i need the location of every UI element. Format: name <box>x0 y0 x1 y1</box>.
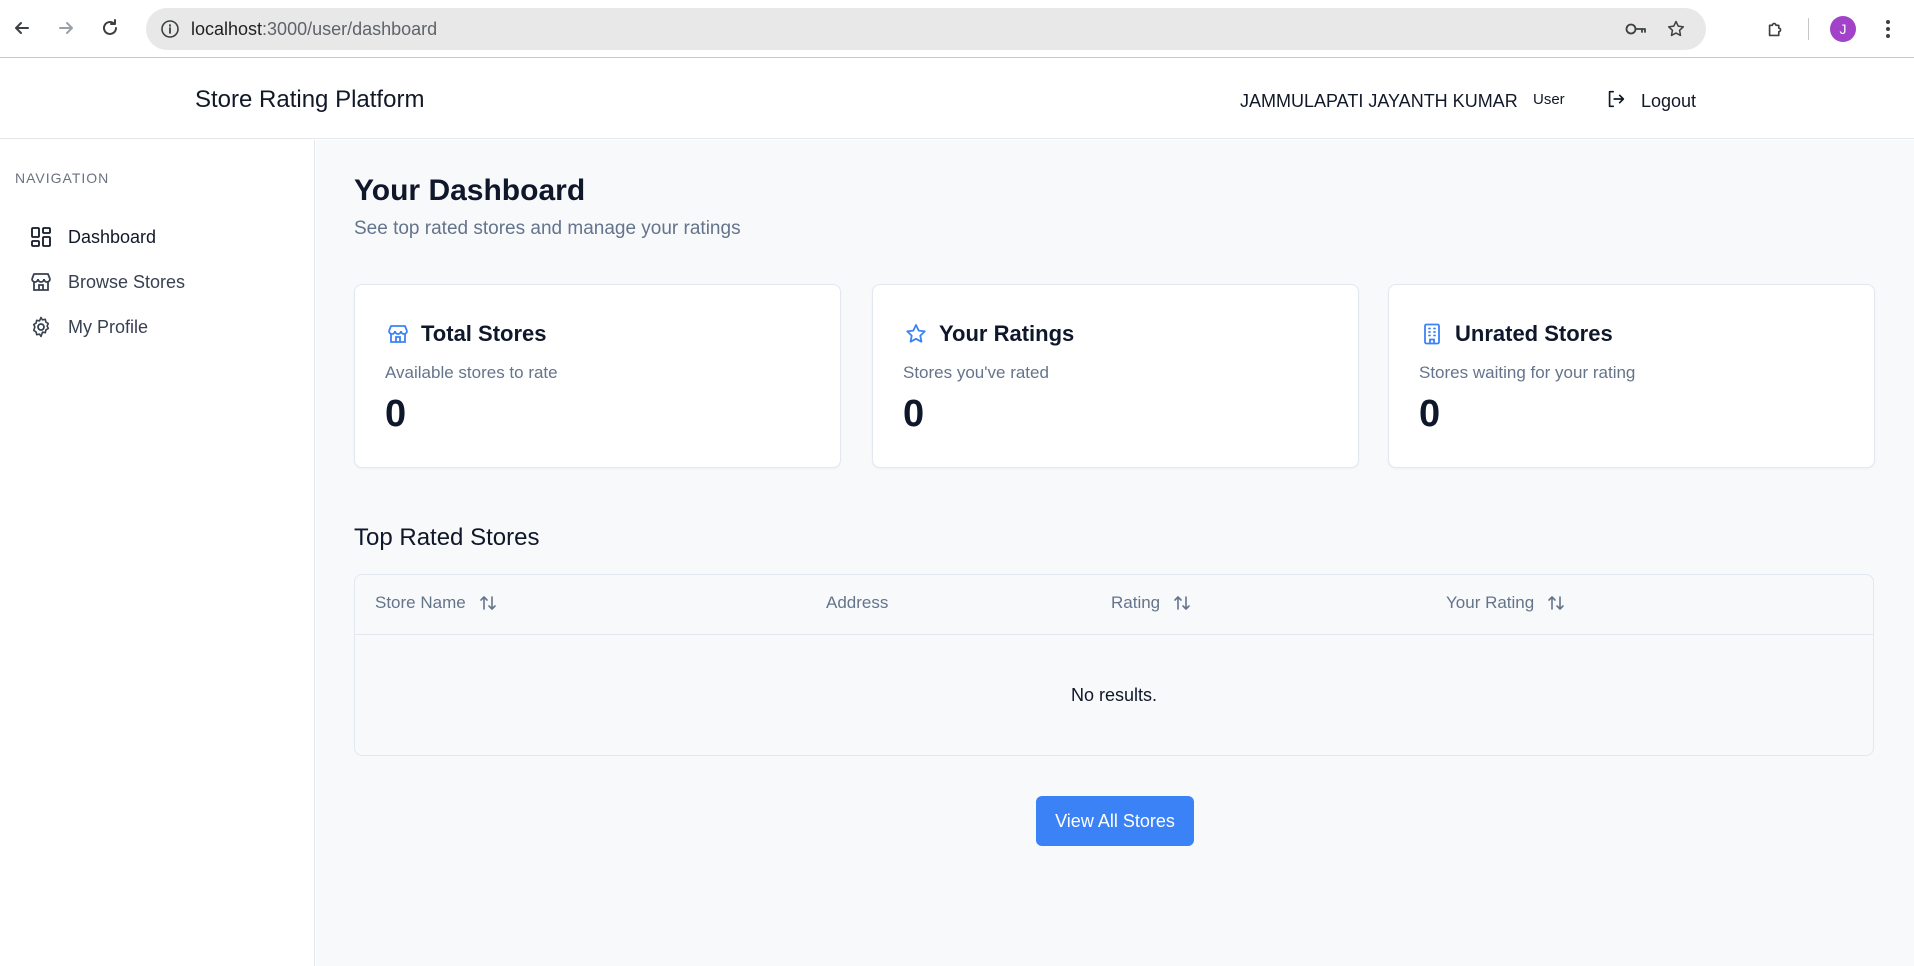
browser-menu-icon[interactable] <box>1876 15 1900 43</box>
page-title: Your Dashboard <box>354 174 586 207</box>
logout-button[interactable]: Logout <box>1605 86 1696 116</box>
section-title: Top Rated Stores <box>354 524 540 551</box>
profile-avatar[interactable]: J <box>1830 16 1856 42</box>
card-title: Total Stores <box>421 321 547 346</box>
column-header-your-rating[interactable]: Your Rating <box>1446 593 1566 613</box>
nav-heading: NAVIGATION <box>15 170 110 186</box>
column-header-store-name[interactable]: Store Name <box>375 593 498 613</box>
extensions-puzzle-icon[interactable] <box>1762 15 1790 43</box>
sort-arrows-icon[interactable] <box>478 593 498 613</box>
sidebar-item-label: Browse Stores <box>68 271 186 292</box>
dashboard-icon <box>28 224 54 250</box>
stat-card-unrated-stores: Unrated Stores Stores waiting for your r… <box>1388 284 1875 468</box>
main-content: Your Dashboard See top rated stores and … <box>316 140 1914 966</box>
bookmark-star-icon[interactable] <box>1664 17 1688 41</box>
column-label: Address <box>826 593 889 612</box>
user-role-badge: User <box>1533 91 1565 108</box>
browser-toolbar: localhost:3000/user/dashboard J <box>0 0 1914 58</box>
password-key-icon[interactable] <box>1624 17 1648 41</box>
column-label: Store Name <box>375 593 466 612</box>
column-header-address: Address <box>826 593 888 613</box>
gear-icon <box>28 314 54 340</box>
card-title: Your Ratings <box>939 321 1075 346</box>
column-header-rating[interactable]: Rating <box>1111 593 1192 613</box>
card-description: Stores waiting for your rating <box>1419 363 1636 382</box>
url-text[interactable]: localhost:3000/user/dashboard <box>191 19 437 40</box>
page-subtitle: See top rated stores and manage your rat… <box>354 218 741 239</box>
address-bar[interactable]: localhost:3000/user/dashboard <box>146 8 1706 50</box>
store-icon <box>385 321 411 347</box>
forward-icon[interactable] <box>50 12 82 44</box>
logout-icon <box>1605 88 1627 115</box>
app-header: Store Rating Platform JAMMULAPATI JAYANT… <box>0 59 1914 139</box>
card-value: 0 <box>385 393 407 435</box>
toolbar-divider <box>1808 18 1809 40</box>
table-header: Store Name Address Rating Your Rating <box>355 575 1873 635</box>
sidebar-item-browse-stores[interactable]: Browse Stores <box>28 265 298 299</box>
user-name: JAMMULAPATI JAYANTH KUMAR <box>1240 91 1518 111</box>
logout-label: Logout <box>1641 90 1697 111</box>
reload-icon[interactable] <box>94 12 126 44</box>
sidebar: NAVIGATION Dashboard Browse Stores My Pr… <box>0 140 315 966</box>
sort-arrows-icon[interactable] <box>1172 593 1192 613</box>
app-title[interactable]: Store Rating Platform <box>195 86 424 114</box>
stat-card-total-stores: Total Stores Available stores to rate 0 <box>354 284 841 468</box>
table-empty-state: No results. <box>1070 684 1158 705</box>
site-info-icon[interactable] <box>158 17 182 41</box>
column-label: Your Rating <box>1446 593 1535 612</box>
building-icon <box>1419 321 1445 347</box>
card-value: 0 <box>1419 393 1441 435</box>
card-title: Unrated Stores <box>1455 321 1613 346</box>
url-host: localhost <box>191 19 263 39</box>
card-value: 0 <box>903 393 925 435</box>
view-all-stores-button[interactable]: View All Stores <box>1036 796 1194 846</box>
sort-arrows-icon[interactable] <box>1546 593 1566 613</box>
top-rated-stores-table: Store Name Address Rating Your Rating No… <box>354 574 1874 756</box>
store-icon <box>28 269 54 295</box>
star-icon <box>903 321 929 347</box>
sidebar-item-label: Dashboard <box>68 226 157 247</box>
url-path: :3000/user/dashboard <box>262 19 438 39</box>
sidebar-item-my-profile[interactable]: My Profile <box>28 310 298 344</box>
card-description: Available stores to rate <box>385 363 558 382</box>
back-icon[interactable] <box>6 12 38 44</box>
card-description: Stores you've rated <box>903 363 1049 382</box>
sidebar-item-dashboard[interactable]: Dashboard <box>28 220 298 254</box>
column-label: Rating <box>1111 593 1161 612</box>
stat-card-your-ratings: Your Ratings Stores you've rated 0 <box>872 284 1359 468</box>
sidebar-item-label: My Profile <box>68 316 149 337</box>
